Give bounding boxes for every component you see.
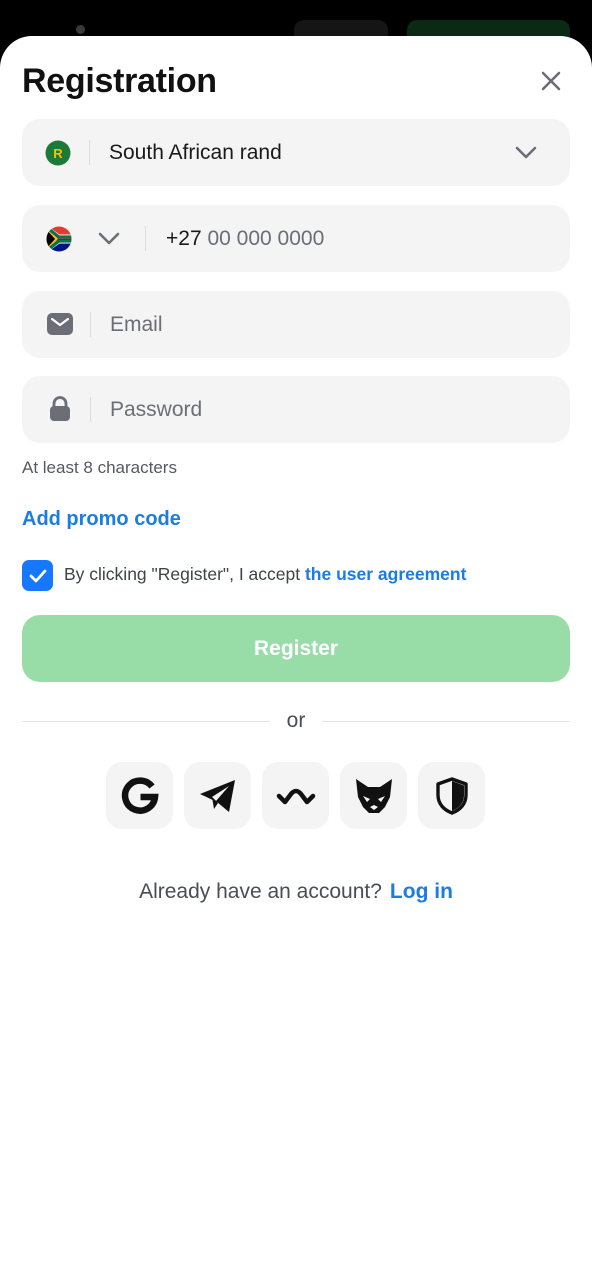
password-hint: At least 8 characters	[22, 458, 177, 477]
checkmark-icon	[29, 569, 46, 582]
add-promo-code-link[interactable]: Add promo code	[22, 508, 181, 531]
field-separator	[145, 226, 146, 251]
south-africa-flag-icon	[46, 226, 72, 252]
svg-text:R: R	[53, 146, 63, 161]
agreement-text: By clicking "Register", I accept the use…	[64, 564, 466, 585]
email-input[interactable]: Email	[110, 291, 163, 358]
or-label: or	[286, 709, 306, 732]
status-dot	[76, 25, 85, 34]
phone-placeholder: 00 000 0000	[207, 227, 325, 250]
login-question: Already have an account?	[139, 880, 382, 903]
phone-input[interactable]: +27 00 000 0000	[166, 205, 324, 272]
close-icon	[541, 71, 561, 91]
shield-icon	[435, 776, 468, 815]
mail-icon	[47, 313, 73, 335]
walletconnect-icon	[276, 788, 315, 804]
divider-left	[22, 721, 270, 722]
registration-sheet: Registration R South African rand +27 00…	[0, 36, 592, 1280]
agreement-checkbox[interactable]	[22, 560, 53, 591]
field-separator	[89, 140, 90, 165]
field-separator	[90, 397, 91, 422]
secure-login-button[interactable]	[418, 762, 485, 829]
phone-field[interactable]: +27 00 000 0000	[22, 205, 570, 272]
login-link[interactable]: Log in	[390, 880, 453, 903]
metamask-login-button[interactable]	[340, 762, 407, 829]
currency-value: South African rand	[109, 141, 282, 164]
register-button[interactable]: Register	[22, 615, 570, 682]
lock-icon	[50, 396, 70, 421]
currency-badge-icon: R	[45, 140, 71, 166]
user-agreement-link[interactable]: the user agreement	[305, 564, 466, 584]
agreement-label: By clicking "Register", I accept	[64, 564, 305, 584]
telegram-login-button[interactable]	[184, 762, 251, 829]
google-icon	[121, 776, 159, 814]
email-field[interactable]: Email	[22, 291, 570, 358]
page-title: Registration	[22, 62, 217, 100]
metamask-fox-icon	[355, 778, 392, 813]
password-field[interactable]: Password	[22, 376, 570, 443]
field-separator	[90, 312, 91, 337]
google-login-button[interactable]	[106, 762, 173, 829]
walletconnect-login-button[interactable]	[262, 762, 329, 829]
phone-prefix: +27	[166, 227, 202, 250]
chevron-down-icon	[515, 146, 537, 159]
login-prompt: Already have an account? Log in	[0, 880, 592, 904]
currency-select[interactable]: R South African rand	[22, 119, 570, 186]
password-input[interactable]: Password	[110, 376, 202, 443]
divider-right	[322, 721, 570, 722]
chevron-down-icon[interactable]	[97, 231, 121, 247]
close-button[interactable]	[532, 62, 570, 100]
telegram-icon	[199, 779, 235, 812]
